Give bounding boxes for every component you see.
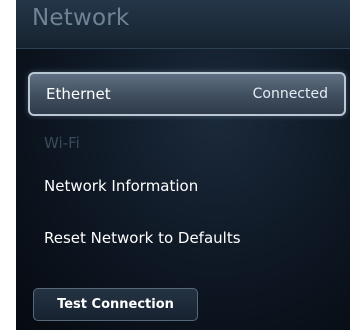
menu-item-wifi: Wi-Fi — [28, 121, 346, 165]
menu-item-label: Wi-Fi — [44, 134, 80, 152]
menu-item-label: Network Information — [44, 177, 199, 195]
page-title: Network — [32, 5, 130, 31]
menu-item-ethernet[interactable]: Ethernet Connected — [28, 72, 346, 116]
header-bar: Network — [16, 0, 350, 49]
network-settings-screen: Network Ethernet Connected Wi-Fi Network… — [16, 0, 350, 330]
test-connection-button[interactable]: Test Connection — [33, 288, 198, 321]
menu-item-reset-network[interactable]: Reset Network to Defaults — [28, 216, 346, 260]
menu-item-label: Ethernet — [46, 85, 111, 103]
connection-status: Connected — [252, 86, 328, 102]
menu-item-label: Reset Network to Defaults — [44, 229, 241, 247]
menu-item-network-information[interactable]: Network Information — [28, 164, 346, 208]
